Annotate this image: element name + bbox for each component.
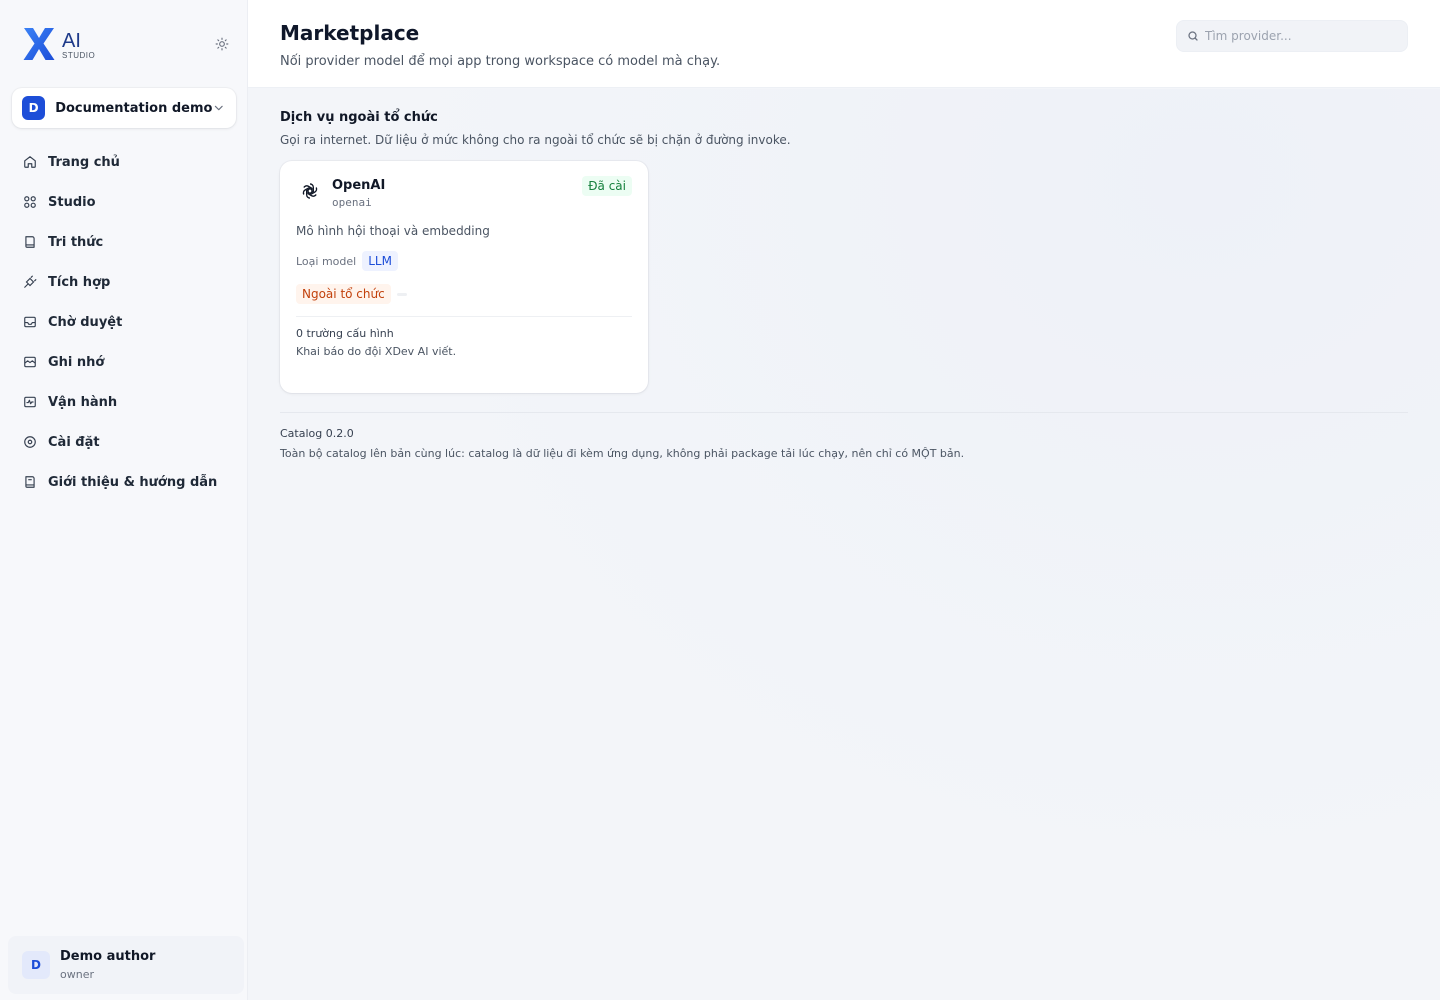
scope-indicator	[396, 292, 407, 296]
sidebar-item-memory[interactable]: Ghi nhớ	[12, 342, 236, 382]
sidebar-item-home[interactable]: Trang chủ	[12, 142, 236, 182]
catalog-note: Toàn bộ catalog lên bản cùng lúc: catalo…	[280, 447, 965, 460]
sidebar-item-guide[interactable]: Giới thiệu & hướng dẫn	[12, 462, 236, 502]
app-logo[interactable]: AI STUDIO	[22, 26, 102, 62]
sidebar-item-label: Cài đặt	[48, 434, 100, 450]
sidebar-item-label: Studio	[48, 194, 96, 210]
inbox-icon	[24, 316, 36, 328]
page-header: Marketplace Nối provider model để mọi ap…	[248, 0, 1440, 88]
provider-card-openai[interactable]: OpenAI openai Đã cài Mô hình hội thoại v…	[280, 161, 648, 393]
sidebar-item-studio[interactable]: Studio	[12, 182, 236, 222]
sidebar-item-label: Tri thức	[48, 234, 104, 250]
workspace-switcher[interactable]: D Documentation demo	[12, 88, 236, 128]
page-title: Marketplace	[280, 21, 420, 45]
guide-icon	[25, 476, 35, 488]
openai-logo-icon	[302, 183, 318, 199]
sidebar-item-label: Trang chủ	[48, 154, 120, 170]
avatar: D	[22, 951, 50, 979]
sidebar-item-operations[interactable]: Vận hành	[12, 382, 236, 422]
search-box[interactable]	[1176, 20, 1408, 52]
catalog-version: Catalog 0.2.0	[280, 427, 354, 440]
section-description: Gọi ra internet. Dữ liệu ở mức không cho…	[280, 133, 791, 147]
sidebar-item-settings[interactable]: Cài đặt	[12, 422, 236, 462]
search-icon	[1188, 31, 1198, 41]
brand-sub: STUDIO	[62, 51, 95, 60]
sidebar-item-label: Tích hợp	[48, 274, 111, 290]
sidebar-nav: Trang chủ Studio Tri thức Tích hợp Chờ d…	[12, 142, 236, 502]
sidebar-item-label: Giới thiệu & hướng dẫn	[48, 474, 218, 490]
model-type-row: Loại model LLM	[296, 251, 398, 271]
user-name: Demo author	[60, 949, 156, 964]
chevron-down-icon	[215, 105, 224, 111]
provider-description: Mô hình hội thoại và embedding	[296, 224, 490, 238]
workspace-name: Documentation demo	[55, 100, 213, 116]
sun-icon	[215, 37, 229, 51]
settings-icon	[24, 436, 36, 448]
main-content: Dịch vụ ngoài tổ chức Gọi ra internet. D…	[248, 89, 1440, 1000]
memory-icon	[24, 356, 36, 368]
user-profile[interactable]: D Demo author owner	[8, 936, 244, 994]
theme-toggle-button[interactable]	[212, 34, 232, 54]
book-icon	[25, 236, 35, 248]
grid-icon	[24, 196, 36, 208]
card-divider	[296, 316, 632, 317]
home-icon	[24, 156, 36, 168]
brand-name: AI	[62, 30, 81, 52]
page-subtitle: Nối provider model để mọi app trong work…	[280, 54, 721, 69]
workspace-avatar: D	[22, 96, 46, 120]
plug-icon	[24, 275, 37, 288]
scope-row: Ngoài tổ chức	[296, 284, 407, 304]
search-input[interactable]	[1205, 29, 1395, 43]
section-title: Dịch vụ ngoài tổ chức	[280, 110, 438, 125]
model-type-label: Loại model	[296, 254, 357, 268]
provider-name: OpenAI	[332, 178, 386, 193]
sidebar: AI STUDIO D Documentation demo Trang chủ…	[0, 0, 248, 1000]
status-badge: Đã cài	[582, 176, 632, 196]
sidebar-item-label: Ghi nhớ	[48, 354, 105, 370]
sidebar-item-integrations[interactable]: Tích hợp	[12, 262, 236, 302]
model-type-chip: LLM	[362, 251, 398, 271]
activity-icon	[24, 396, 36, 408]
config-note: Khai báo do đội XDev AI viết.	[296, 345, 457, 358]
user-role: owner	[60, 968, 94, 981]
config-count: 0 trường cấu hình	[296, 327, 394, 340]
sidebar-item-knowledge[interactable]: Tri thức	[12, 222, 236, 262]
provider-id: openai	[332, 196, 372, 209]
scope-badge: Ngoài tổ chức	[296, 284, 391, 304]
footer-divider	[280, 412, 1408, 413]
sidebar-item-label: Chờ duyệt	[48, 314, 123, 330]
sidebar-item-approvals[interactable]: Chờ duyệt	[12, 302, 236, 342]
sidebar-item-label: Vận hành	[48, 394, 118, 410]
